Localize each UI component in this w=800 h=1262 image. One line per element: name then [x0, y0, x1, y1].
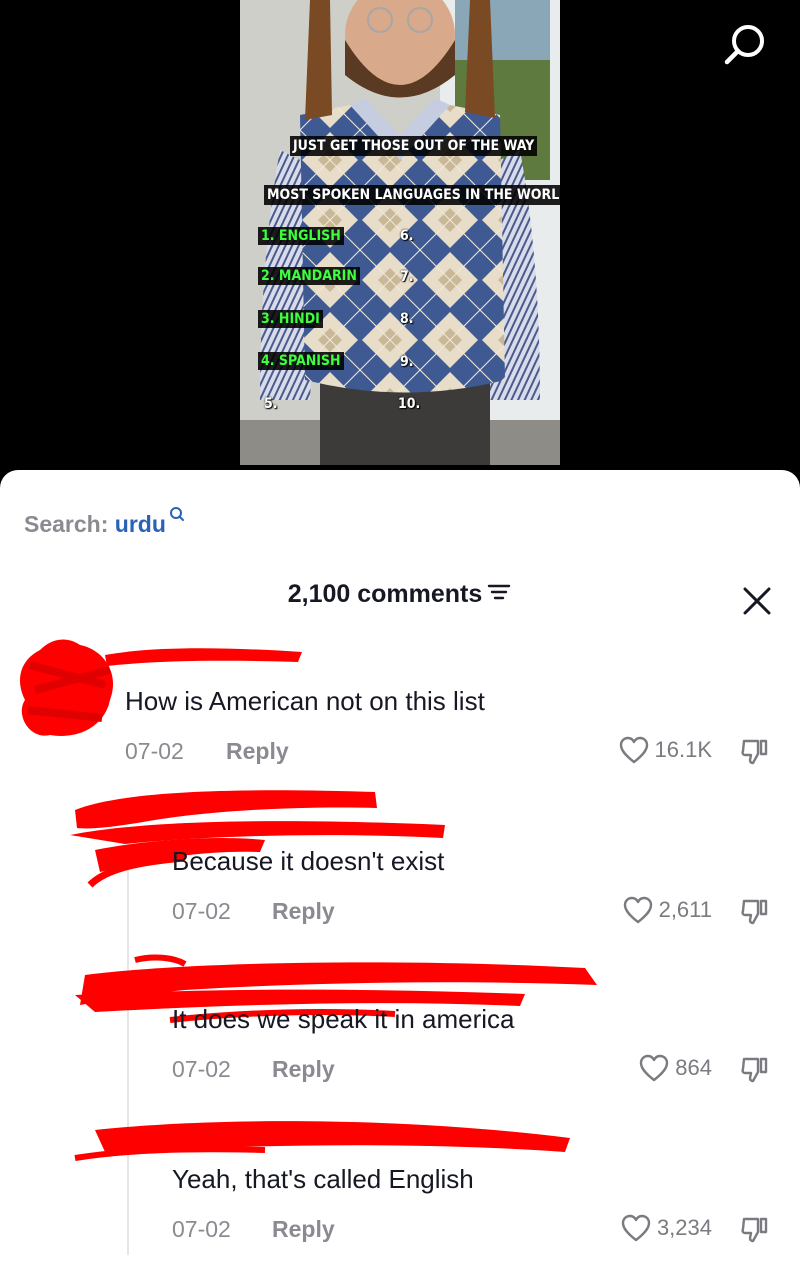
- video-list-item: 2. MANDARIN: [258, 267, 360, 285]
- video-list-item: 4. SPANISH: [258, 352, 344, 370]
- like-count: 864: [675, 1055, 712, 1080]
- reply-button[interactable]: Reply: [226, 738, 289, 765]
- like-button[interactable]: 16.1K: [619, 736, 713, 764]
- search-suggestion-label: Search:: [24, 511, 109, 537]
- reply-button[interactable]: Reply: [272, 1216, 335, 1243]
- comment-date: 07-02: [172, 1056, 231, 1082]
- video-list-item: 9.: [400, 354, 414, 370]
- comment-text: Because it doesn't exist: [172, 846, 445, 876]
- comments-count: 2,100 comments: [287, 580, 483, 608]
- search-icon: [169, 507, 184, 521]
- comments-sheet: Search: urdu 2,100 comments How is Ameri…: [0, 470, 800, 1262]
- video-list-item: 5.: [264, 396, 278, 412]
- heart-icon: [621, 1214, 651, 1242]
- search-button[interactable]: [718, 18, 774, 74]
- comment-date: 07-02: [172, 898, 231, 924]
- video-frame: JUST GET THOSE OUT OF THE WAY MOST SPOKE…: [240, 0, 560, 465]
- comments-header: 2,100 comments: [0, 580, 800, 609]
- comment-date: 07-02: [125, 738, 184, 764]
- heart-icon: [640, 1054, 669, 1082]
- video-list-item: 3. HINDI: [258, 310, 323, 328]
- reply-comment: Yeah, that's called English 07-02 Reply …: [0, 1110, 800, 1260]
- video-list-item: 6.: [400, 228, 414, 244]
- dislike-icon[interactable]: [740, 1054, 770, 1084]
- like-count: 2,611: [658, 897, 712, 922]
- dislike-icon[interactable]: [740, 736, 770, 766]
- video-caption-title: MOST SPOKEN LANGUAGES IN THE WORLD: [264, 185, 560, 205]
- video-caption-top: JUST GET THOSE OUT OF THE WAY: [290, 136, 538, 156]
- video-list-item: 10.: [398, 396, 421, 412]
- like-button[interactable]: 3,234: [621, 1214, 712, 1242]
- redacted-avatar-and-username: [74, 1121, 570, 1161]
- search-suggestion-term[interactable]: urdu: [115, 511, 166, 537]
- like-count: 16.1K: [654, 737, 713, 762]
- comment-date: 07-02: [172, 1216, 231, 1242]
- search-suggestion[interactable]: Search: urdu: [24, 506, 185, 538]
- dislike-icon[interactable]: [740, 1214, 770, 1244]
- close-icon: [743, 587, 771, 615]
- like-count: 3,234: [656, 1215, 712, 1240]
- reply-button[interactable]: Reply: [272, 898, 335, 925]
- close-comments-button[interactable]: [738, 582, 776, 620]
- heart-icon: [619, 736, 648, 764]
- heart-icon: [623, 896, 652, 924]
- comment-text: It does we speak it in america: [172, 1004, 515, 1034]
- like-button[interactable]: 2,611: [623, 896, 712, 924]
- reply-button[interactable]: Reply: [272, 1056, 335, 1083]
- video-list-item: 7.: [400, 269, 414, 285]
- video-list-item: 8.: [400, 311, 414, 327]
- comment-text: Yeah, that's called English: [172, 1164, 474, 1194]
- comment-text: How is American not on this list: [125, 686, 485, 716]
- video-player[interactable]: JUST GET THOSE OUT OF THE WAY MOST SPOKE…: [0, 0, 800, 480]
- like-button[interactable]: 864: [639, 1054, 712, 1082]
- search-icon: [724, 25, 764, 65]
- video-list-item: 1. ENGLISH: [258, 227, 344, 245]
- reply-comment: Because it doesn't exist 07-02 Reply 2,6…: [0, 780, 800, 940]
- comment: How is American not on this list 07-02 R…: [0, 630, 800, 780]
- dislike-icon[interactable]: [740, 896, 770, 926]
- filter-icon[interactable]: [486, 581, 512, 603]
- reply-comment: It does we speak it in america 07-02 Rep…: [0, 950, 800, 1100]
